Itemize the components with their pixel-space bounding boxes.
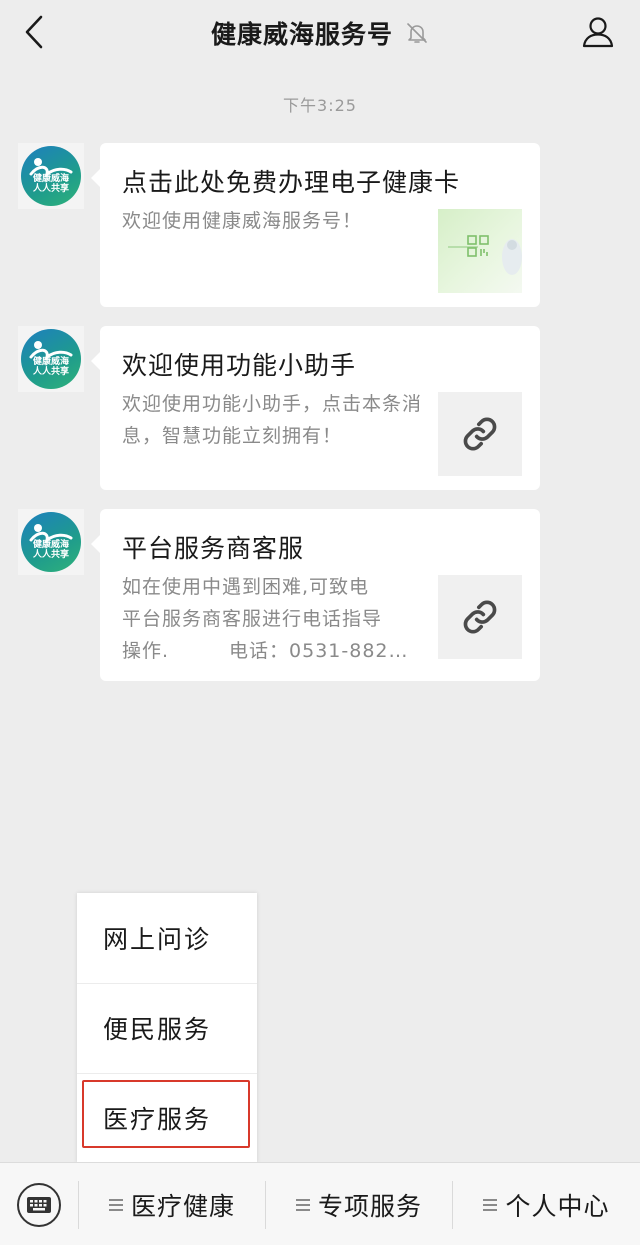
message-timestamp: 下午3:25 [283, 96, 357, 115]
message-description: 如在使用中遇到困难,可致电 平台服务商客服进行电话指导 操作. 电话：0531-… [122, 571, 432, 667]
page-title: 健康威海服务号 [210, 20, 393, 49]
description-line: 如在使用中遇到困难,可致电 [122, 576, 370, 598]
menu-item-medical-services[interactable]: 医疗服务 [77, 1073, 257, 1163]
logo-text: 健康威海 人人共享 [32, 540, 69, 560]
message-description: 欢迎使用功能小助手，点击本条消息，智慧功能立刻拥有！ [122, 393, 423, 447]
menu-item-convenience-services[interactable]: 便民服务 [77, 983, 257, 1073]
logo-text: 健康威海 人人共享 [32, 357, 69, 377]
menu-item-online-consultation[interactable]: 网上问诊 [77, 893, 257, 983]
chat-screen: 健康威海服务号 下午3:25 健康威海 人人共享 点击此处免费办理电子健康卡 欢… [0, 0, 640, 1245]
message-card[interactable]: 平台服务商客服 如在使用中遇到困难,可致电 平台服务商客服进行电话指导 操作. … [91, 509, 540, 681]
logo-icon: 健康威海 人人共享 [21, 512, 81, 572]
chevron-left-icon [25, 15, 43, 49]
logo-icon: 健康威海 人人共享 [21, 329, 81, 389]
avatar[interactable]: 健康威海 人人共享 [18, 509, 84, 575]
back-button[interactable] [14, 12, 54, 52]
bar-item-label: 专项服务 [317, 1191, 422, 1221]
menu-lines-icon [108, 1198, 123, 1211]
bar-item-label: 医疗健康 [130, 1191, 235, 1221]
avatar[interactable]: 健康威海 人人共享 [18, 143, 84, 209]
message-row: 健康威海 人人共享 欢迎使用功能小助手 欢迎使用功能小助手，点击本条消息，智慧功… [18, 326, 624, 492]
health-card-image [438, 209, 522, 293]
message-row: 健康威海 人人共享 点击此处免费办理电子健康卡 欢迎使用健康威海服务号！ [18, 143, 624, 309]
popup-menu: 网上问诊 便民服务 医疗服务 [77, 893, 257, 1163]
description-line: 平台服务商客服进行电话指导 [122, 608, 383, 630]
bar-item-personal-center[interactable]: 个人中心 [453, 1163, 640, 1245]
message-card[interactable]: 欢迎使用功能小助手 欢迎使用功能小助手，点击本条消息，智慧功能立刻拥有！ [91, 326, 540, 490]
message-title: 平台服务商客服 [122, 534, 305, 563]
message-description: 欢迎使用健康威海服务号！ [122, 210, 363, 232]
person-icon [582, 17, 614, 48]
message-title: 欢迎使用功能小助手 [122, 351, 357, 380]
bell-muted-icon [405, 21, 429, 45]
message-row: 健康威海 人人共享 平台服务商客服 如在使用中遇到困难,可致电 平台服务商客服进… [18, 509, 624, 682]
link-icon [438, 575, 522, 659]
menu-lines-icon [295, 1198, 310, 1211]
bar-item-label: 个人中心 [505, 1191, 610, 1221]
bar-item-medical-health[interactable]: 医疗健康 [79, 1163, 265, 1245]
bar-item-special-services[interactable]: 专项服务 [266, 1163, 452, 1245]
keyboard-icon [17, 1182, 61, 1227]
profile-button[interactable] [578, 12, 618, 52]
logo-text: 健康威海 人人共享 [32, 174, 69, 194]
avatar[interactable]: 健康威海 人人共享 [18, 326, 84, 392]
bottom-menu-bar: 医疗健康 专项服务 个人中心 [0, 1162, 640, 1245]
message-title: 点击此处免费办理电子健康卡 [122, 168, 461, 197]
message-card[interactable]: 点击此处免费办理电子健康卡 欢迎使用健康威海服务号！ [91, 143, 540, 307]
link-icon [438, 392, 522, 476]
description-line: 操作. 电话：0531-882… [122, 640, 409, 662]
menu-lines-icon [483, 1198, 498, 1211]
logo-icon: 健康威海 人人共享 [21, 146, 81, 206]
title-wrap: 健康威海服务号 [211, 15, 429, 51]
keyboard-toggle-button[interactable] [0, 1163, 78, 1245]
header-bar: 健康威海服务号 [0, 0, 640, 66]
